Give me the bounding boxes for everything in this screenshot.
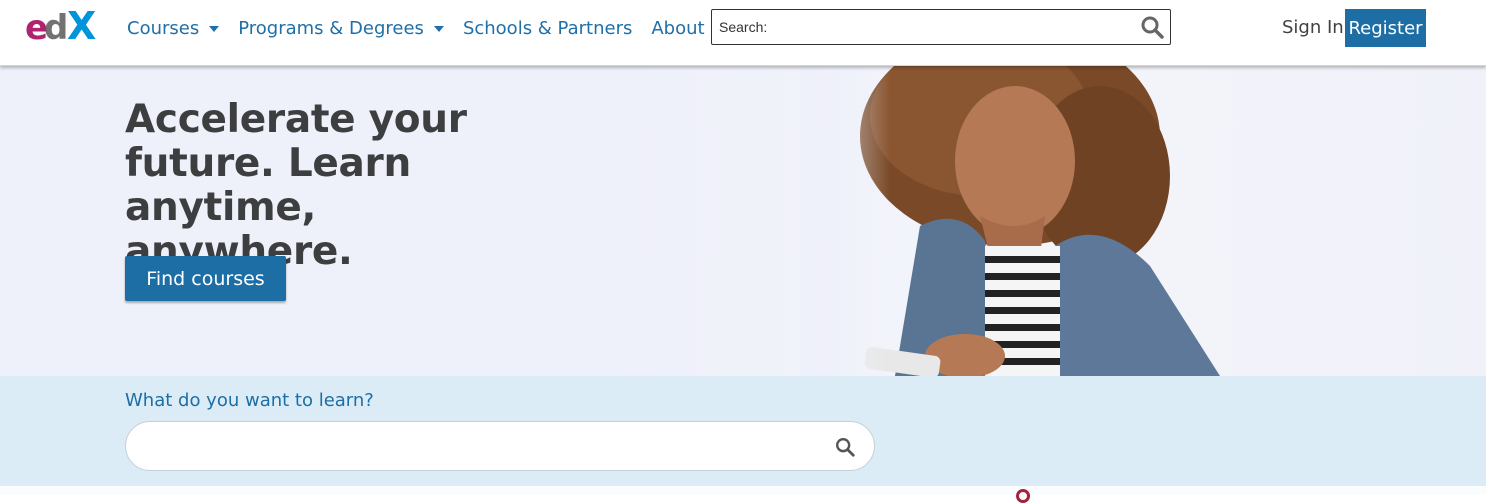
hero-student-image: [800, 66, 1300, 376]
edx-logo-icon: e d X: [25, 4, 96, 48]
sign-in-link[interactable]: Sign In: [1282, 17, 1344, 38]
site-header: e d X Courses Programs & Degrees Schools…: [0, 0, 1486, 66]
hero-title: Accelerate your future. Learn anytime, a…: [125, 97, 467, 274]
header-search-input[interactable]: [712, 10, 1132, 44]
nav-courses-label: Courses: [127, 17, 200, 39]
course-search-button[interactable]: [834, 436, 856, 458]
nav-courses[interactable]: Courses: [127, 17, 220, 39]
course-search-box: [125, 421, 875, 471]
find-courses-button[interactable]: Find courses: [125, 256, 286, 301]
svg-text:X: X: [67, 6, 96, 46]
page-bottom-strip: [0, 486, 1486, 495]
course-search-input[interactable]: [146, 422, 826, 470]
chevron-down-icon: [433, 26, 444, 32]
nav-schools-partners[interactable]: Schools & Partners: [463, 18, 632, 39]
header-search-box: [711, 9, 1171, 45]
course-search-section: What do you want to learn?: [0, 376, 1486, 486]
header-search-button[interactable]: [1140, 15, 1164, 39]
course-search-label: What do you want to learn?: [125, 390, 374, 411]
nav-programs-degrees[interactable]: Programs & Degrees: [238, 18, 444, 39]
svg-text:d: d: [44, 8, 68, 46]
nav-programs-label: Programs & Degrees: [238, 17, 424, 39]
register-button[interactable]: Register: [1345, 9, 1426, 47]
main-nav: Courses Programs & Degrees Schools & Par…: [127, 14, 744, 42]
chevron-down-icon: [209, 26, 220, 32]
search-icon: [1141, 16, 1164, 39]
decorative-circle-icon: [1016, 489, 1030, 503]
nav-schools-label: Schools & Partners: [462, 17, 633, 39]
hero-banner: Accelerate your future. Learn anytime, a…: [0, 66, 1486, 376]
search-icon: [836, 438, 855, 457]
edx-logo[interactable]: e d X: [25, 4, 105, 48]
nav-about-label: About: [651, 17, 705, 39]
